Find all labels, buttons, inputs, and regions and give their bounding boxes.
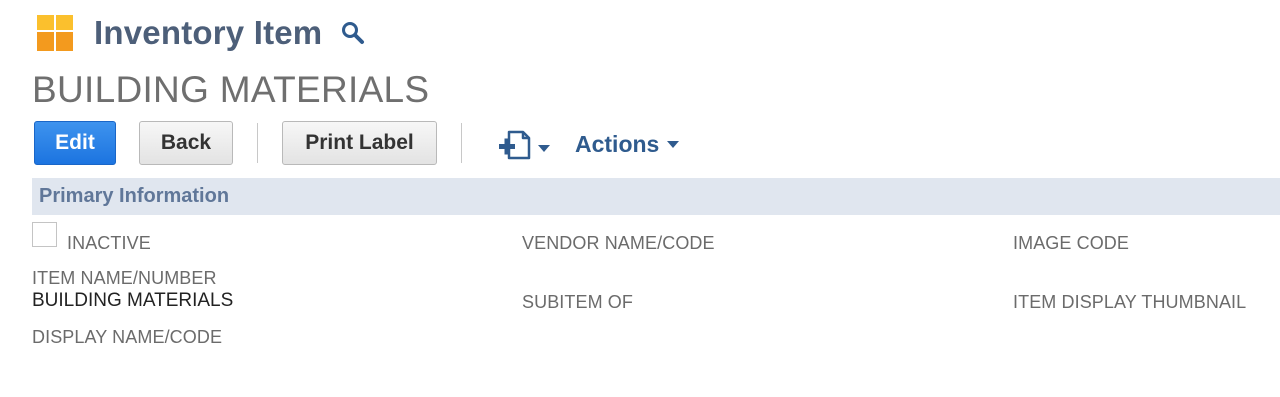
caret-down-icon [538,145,550,152]
subitem-of-label: SUBITEM OF [522,292,634,312]
print-label-button[interactable]: Print Label [282,121,437,165]
back-button[interactable]: Back [139,121,233,165]
actions-menu[interactable]: Actions [575,131,680,158]
display-name-label: DISPLAY NAME/CODE [32,327,223,347]
item-display-thumbnail-label: ITEM DISPLAY THUMBNAIL [1013,292,1247,312]
edit-button[interactable]: Edit [34,121,116,165]
item-name-label: ITEM NAME/NUMBER [32,268,217,288]
vendor-name-label: VENDOR NAME/CODE [522,233,715,253]
inventory-box-icon [37,15,73,51]
primary-information-section-header[interactable]: Primary Information [32,178,1280,215]
actions-label: Actions [575,131,660,157]
record-header: Inventory Item [37,14,366,52]
search-icon[interactable] [340,20,366,46]
record-type-title: Inventory Item [94,14,323,51]
toolbar-divider [257,123,258,163]
toolbar-divider [461,123,462,163]
inactive-label: INACTIVE [67,233,151,253]
new-record-icon [497,130,533,167]
inactive-checkbox[interactable] [32,222,57,247]
image-code-label: IMAGE CODE [1013,233,1130,253]
record-name: BUILDING MATERIALS [32,69,430,110]
inventory-item-page: Inventory Item BUILDING MATERIALS Edit B… [0,0,1280,397]
section-title: Primary Information [39,185,230,207]
caret-down-icon [667,141,680,148]
item-name-value: BUILDING MATERIALS [32,290,234,311]
new-record-menu[interactable] [497,130,550,167]
